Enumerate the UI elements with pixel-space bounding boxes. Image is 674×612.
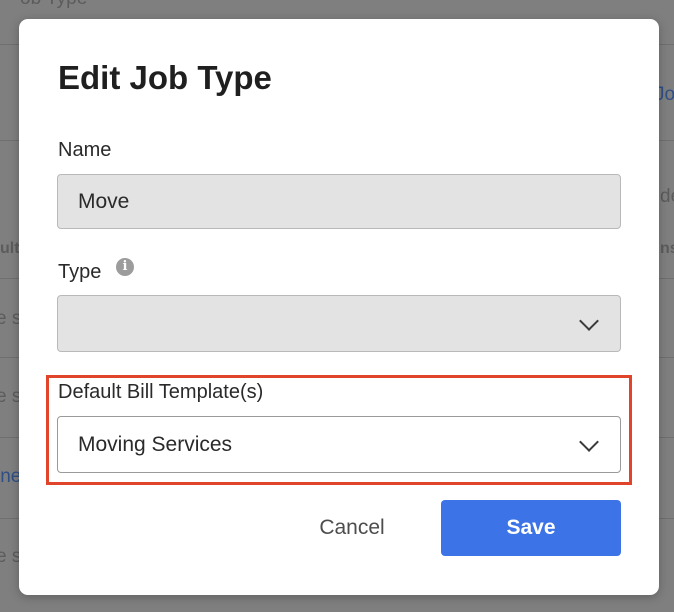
name-field-value: Move	[78, 189, 130, 213]
bill-template-label: Default Bill Template(s)	[58, 381, 264, 403]
info-icon[interactable]: i	[116, 258, 134, 276]
chevron-down-icon	[579, 310, 599, 331]
bg-column-header: ns	[660, 240, 674, 257]
edit-job-type-dialog: Edit Job Type Name Move Type i Default B…	[19, 19, 659, 595]
save-button[interactable]: Save	[441, 500, 621, 556]
chevron-down-icon	[579, 431, 599, 452]
name-label: Name	[58, 139, 112, 161]
bg-text: de	[660, 186, 674, 207]
cancel-button[interactable]: Cancel	[295, 502, 409, 554]
type-select[interactable]	[57, 295, 621, 352]
bg-header-text: ob Type	[20, 0, 87, 10]
bill-template-value: Moving Services	[78, 432, 233, 456]
bill-template-select[interactable]: Moving Services	[57, 416, 621, 473]
dialog-title: Edit Job Type	[58, 59, 272, 96]
bg-column-header: ult	[0, 240, 20, 257]
name-field[interactable]: Move	[57, 174, 621, 229]
type-label: Type	[58, 261, 102, 283]
